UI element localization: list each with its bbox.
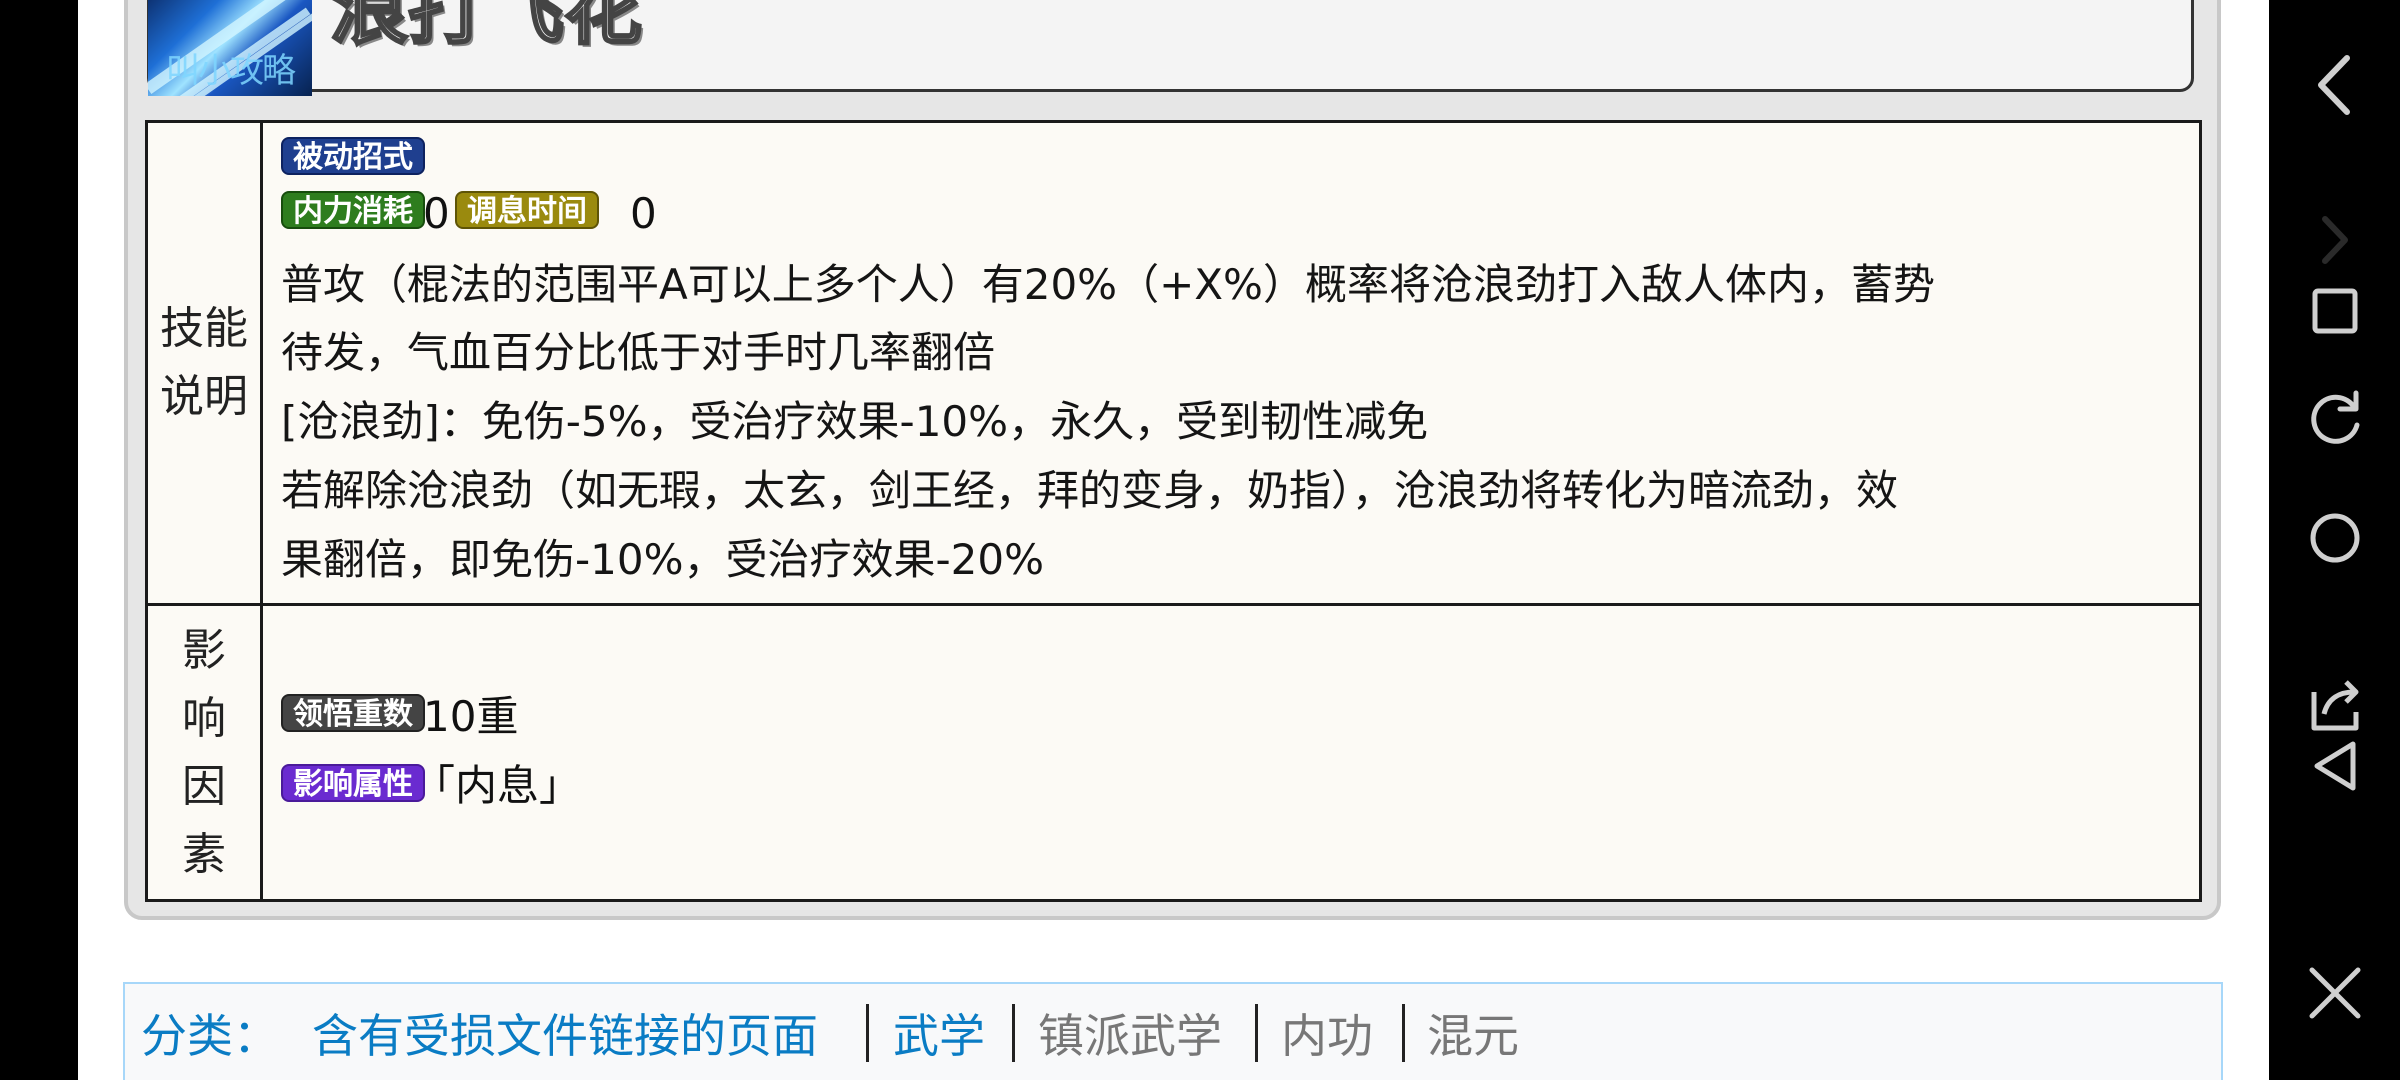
cooldown-value: 0 [630,189,657,238]
category-link[interactable]: 混元 [1427,1006,1519,1066]
close-icon[interactable] [2269,960,2400,1030]
influence-attribute-value: 「内息」 [413,761,582,810]
category-links-bar: 分类： 含有受损文件链接的页面 武学 镇派武学 内功 混元 [123,982,2223,1080]
skill-info-table: 技能说明 被动招式 内力消耗 0 调息时间 0 普攻（棍法的范围平A可以上多个人… [145,120,2202,902]
description-line: 若解除沧浪劲（如无瑕，太玄，剑王经，拜的变身，奶指），沧浪劲将转化为暗流劲，效 [281,466,1899,515]
comprehension-level-value: 10重 [423,692,519,741]
passive-skill-badge: 被动招式 [281,137,425,175]
comprehension-level-badge: 领悟重数 [281,694,425,732]
skill-icon[interactable]: 叫小攻略 [148,0,312,96]
category-link[interactable]: 镇派武学 [1038,1006,1222,1066]
category-link[interactable]: 含有受损文件链接的页面 [312,1006,818,1066]
forward-icon[interactable] [2269,215,2400,269]
description-line: [沧浪劲]：免伤-5%，受治疗效果-10%，永久，受到韧性减免 [281,397,1429,446]
refresh-icon[interactable] [2269,385,2400,455]
description-line: 待发，气血百分比低于对手时几率翻倍 [281,328,996,377]
home-icon[interactable] [2269,508,2400,572]
influence-attribute-badge: 影响属性 [281,764,425,802]
category-link[interactable]: 内功 [1281,1006,1373,1066]
skill-name: 浪打飞花 [328,0,643,57]
cooldown-badge: 调息时间 [455,191,599,229]
system-nav-bar [2269,0,2400,1080]
description-line: 果翻倍，即免伤-10%，受治疗效果-20% [281,535,1045,584]
description-line: 普攻（棍法的范围平A可以上多个人）有20%（+X%）概率将沧浪劲打入敌人体内，蓄… [281,260,1935,309]
categories-label: 分类： [141,1009,279,1063]
triangle-back-icon[interactable] [2269,736,2400,800]
factors-row: 影响因素 领悟重数 10重 影响属性 「内息」 [148,606,2199,899]
back-icon[interactable] [2269,50,2400,124]
description-row: 技能说明 被动招式 内力消耗 0 调息时间 0 普攻（棍法的范围平A可以上多个人… [148,123,2199,606]
skill-icon-watermark: 叫小攻略 [166,51,296,91]
description-cell: 被动招式 内力消耗 0 调息时间 0 普攻（棍法的范围平A可以上多个人）有20%… [263,123,2199,603]
square-icon[interactable] [2269,283,2400,343]
page-content: 叫小攻略 浪打飞花 技能说明 被动招式 内力消耗 0 调息时间 0 普攻（棍法的… [78,0,2269,1080]
description-label: 技能说明 [148,123,263,603]
share-icon[interactable] [2269,672,2400,742]
category-link[interactable]: 武学 [893,1006,985,1066]
factors-label: 影响因素 [148,606,263,899]
neili-cost-badge: 内力消耗 [281,191,425,229]
factors-cell: 领悟重数 10重 影响属性 「内息」 [263,606,2199,899]
neili-cost-value: 0 [423,189,450,238]
